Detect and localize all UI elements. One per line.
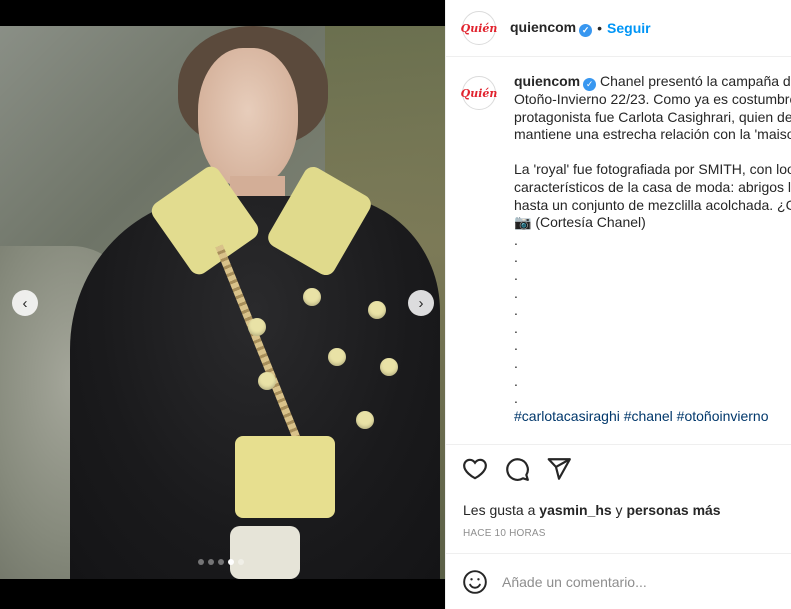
likes-connector: y	[615, 502, 623, 518]
caption-line: .	[514, 372, 518, 389]
caption-line: .	[514, 337, 518, 354]
heart-icon[interactable]	[462, 456, 488, 482]
caption-line: La 'royal' fue fotografiada por SMITH, c…	[514, 161, 791, 178]
caption-line: característicos de la casa de moda: abri…	[514, 178, 791, 195]
caption-text: quiencom ✓ Chanel presentó la campaña de …	[514, 73, 791, 425]
comment-bar	[446, 553, 791, 609]
avatar[interactable]: Quién	[460, 11, 498, 45]
post-media: ‹ ›	[0, 0, 445, 609]
carousel-dot	[198, 559, 204, 565]
header-username-text[interactable]: quiencom	[510, 19, 576, 35]
caption-line: .	[514, 231, 518, 248]
caption-username[interactable]: quiencom	[514, 73, 580, 89]
chevron-left-icon: ‹	[22, 294, 28, 312]
caption-line: .	[514, 249, 518, 266]
carousel-dot	[208, 559, 214, 565]
avatar-logo: Quién	[460, 21, 498, 35]
caption-avatar-logo: Quién	[460, 86, 498, 100]
likes-others-link[interactable]: personas más	[626, 502, 720, 518]
carousel-indicator	[198, 559, 244, 565]
caption-line: mantiene una estrecha relación con la 'm…	[514, 126, 791, 143]
caption-line: Otoño-Invierno 22/23. Como ya es costumb…	[514, 91, 791, 107]
carousel-dot	[228, 559, 234, 565]
caption-line: .	[514, 390, 518, 407]
carousel-dot	[218, 559, 224, 565]
carousel-next-button[interactable]: ›	[408, 290, 434, 316]
post-timestamp[interactable]: HACE 10 HORAS	[463, 528, 546, 539]
separator: •	[597, 20, 603, 36]
header-username[interactable]: quiencom ✓	[510, 19, 593, 37]
post-photo[interactable]	[0, 26, 445, 579]
caption-line: .	[514, 319, 518, 336]
caption-line: .	[514, 266, 518, 283]
action-bar	[462, 456, 572, 482]
caption-line: .	[514, 354, 518, 371]
liked-by-user[interactable]: yasmin_hs	[539, 502, 611, 518]
share-icon[interactable]	[546, 456, 572, 482]
caption-line: hasta un conjunto de mezclilla acolchada…	[514, 196, 791, 213]
chevron-right-icon: ›	[418, 294, 424, 312]
likes-prefix: Les gusta a	[463, 502, 536, 518]
likes-summary: Les gusta a yasmin_hs y personas más	[463, 502, 721, 518]
caption-line: Chanel presentó la campaña de	[600, 73, 791, 89]
verified-badge-icon: ✓	[579, 24, 593, 37]
caption-area[interactable]: Quién quiencom ✓ Chanel presentó la campa…	[446, 57, 791, 445]
emoji-icon[interactable]	[462, 569, 488, 595]
caption-avatar[interactable]: Quién	[460, 76, 498, 110]
carousel-prev-button[interactable]: ‹	[12, 290, 38, 316]
follow-button[interactable]: Seguir	[607, 20, 651, 36]
carousel-dot	[238, 559, 244, 565]
caption-line: 📷 (Cortesía Chanel)	[514, 214, 646, 231]
caption-verified-badge-icon: ✓	[583, 78, 597, 91]
caption-line: protagonista fue Carlota Casighrari, qui…	[514, 108, 791, 125]
caption-line: .	[514, 302, 518, 319]
comment-icon[interactable]	[504, 456, 530, 482]
caption-line: .	[514, 284, 518, 301]
caption-hashtags[interactable]: #carlotacasiraghi #chanel #otoñoinvierno	[514, 408, 769, 424]
post-header: Quién quiencom ✓ • Seguir	[446, 0, 791, 57]
comment-input[interactable]	[502, 573, 782, 590]
post-details-panel: Quién quiencom ✓ • Seguir Quién quiencom ✓…	[445, 0, 791, 609]
